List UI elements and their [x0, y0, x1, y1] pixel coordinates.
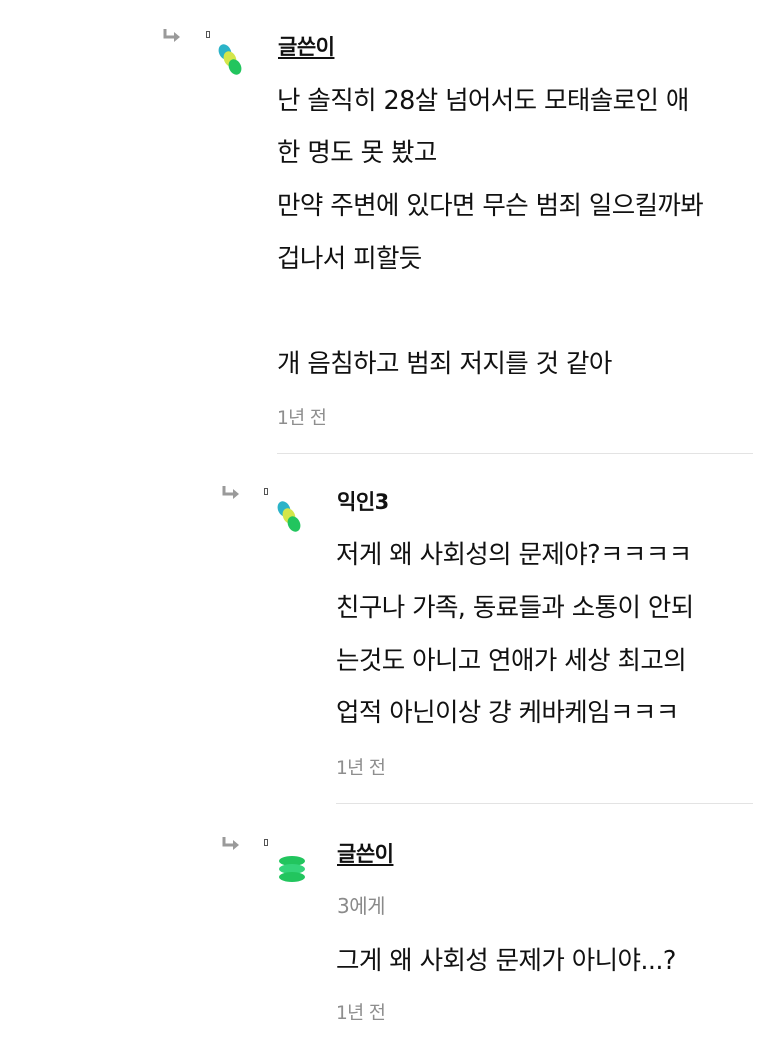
comment-author[interactable]: 글쓴이	[337, 838, 394, 868]
reply-recipient: 3에게	[337, 894, 386, 918]
comment: 글쓴이 3에게 그게 왜 사회성 문제가 아니야...? 1년 전	[0, 0, 773, 1040]
small-badge-icon	[264, 839, 268, 846]
comment-text-line: 그게 왜 사회성 문제가 아니야...?	[336, 946, 676, 976]
anonymous-avatar-icon	[279, 856, 305, 882]
comment-timestamp: 1년 전	[336, 1003, 386, 1024]
reply-arrow-icon	[222, 837, 239, 850]
